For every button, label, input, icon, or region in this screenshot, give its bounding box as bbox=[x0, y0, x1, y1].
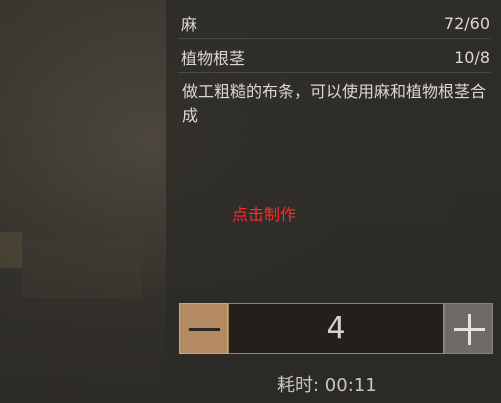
scene-shadow bbox=[22, 238, 142, 298]
material-row-hemp: 麻 72/60 bbox=[181, 10, 490, 36]
material-count: 72/60 bbox=[443, 13, 490, 33]
quantity-stepper: 4 bbox=[179, 303, 493, 354]
plus-icon-vertical bbox=[468, 314, 471, 345]
quantity-field[interactable]: 4 bbox=[228, 303, 444, 354]
craft-time-value: 00:11 bbox=[324, 375, 377, 396]
material-row-plant-root: 植物根茎 10/8 bbox=[181, 44, 490, 70]
material-name: 麻 bbox=[181, 15, 198, 34]
decrease-button[interactable] bbox=[179, 303, 228, 354]
minus-icon bbox=[189, 328, 220, 331]
increase-button[interactable] bbox=[444, 303, 493, 354]
craft-time: 耗时: 00:11 bbox=[277, 371, 377, 397]
material-name: 植物根茎 bbox=[181, 49, 246, 68]
craft-time-label: 耗时: bbox=[277, 375, 325, 396]
divider bbox=[178, 72, 491, 73]
scene-object bbox=[0, 232, 22, 268]
divider bbox=[178, 38, 491, 39]
item-description: 做工粗糙的布条，可以使用麻和植物根茎合成 bbox=[182, 82, 487, 125]
material-count: 10/8 bbox=[454, 47, 490, 67]
craft-hint[interactable]: 点击制作 bbox=[232, 201, 296, 225]
